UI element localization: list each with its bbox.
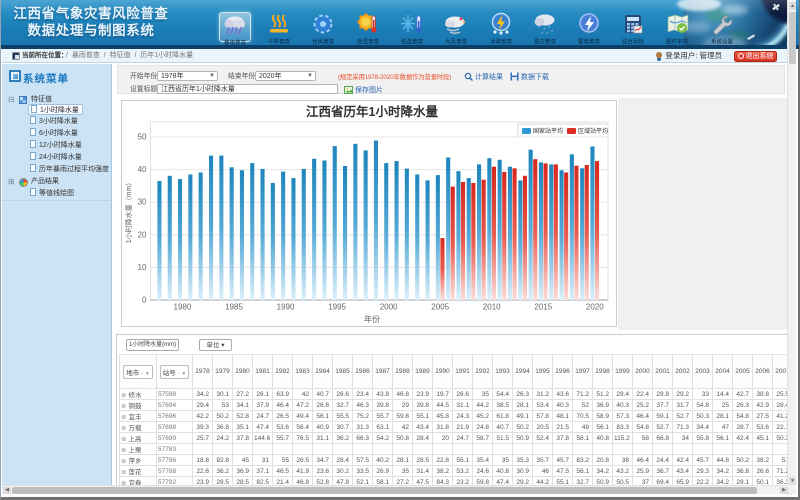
- svg-text:江西省历年1小时降水量: 江西省历年1小时降水量: [306, 104, 438, 119]
- svg-text:区域站平均: 区域站平均: [578, 127, 608, 135]
- svg-text:10: 10: [138, 263, 147, 272]
- svg-text:2015: 2015: [534, 303, 552, 312]
- svg-text:1小时降水量（mm）: 1小时降水量（mm）: [124, 179, 133, 244]
- svg-text:30: 30: [138, 198, 147, 207]
- svg-text:1995: 1995: [328, 303, 346, 312]
- svg-text:20: 20: [138, 230, 147, 239]
- svg-text:国家站平均: 国家站平均: [533, 127, 563, 135]
- svg-text:2010: 2010: [483, 303, 501, 312]
- svg-text:2020: 2020: [586, 303, 604, 312]
- svg-text:*: *: [546, 32, 549, 36]
- svg-text:年份: 年份: [364, 314, 380, 324]
- svg-text:1990: 1990: [277, 303, 295, 312]
- svg-text:*: *: [551, 30, 554, 36]
- svg-text:50: 50: [138, 133, 147, 142]
- svg-text:2000: 2000: [380, 303, 398, 312]
- svg-text:40: 40: [138, 165, 147, 174]
- svg-text:1980: 1980: [174, 303, 192, 312]
- svg-text:2005: 2005: [431, 303, 449, 312]
- svg-text:1985: 1985: [225, 303, 243, 312]
- svg-text:0: 0: [142, 296, 147, 305]
